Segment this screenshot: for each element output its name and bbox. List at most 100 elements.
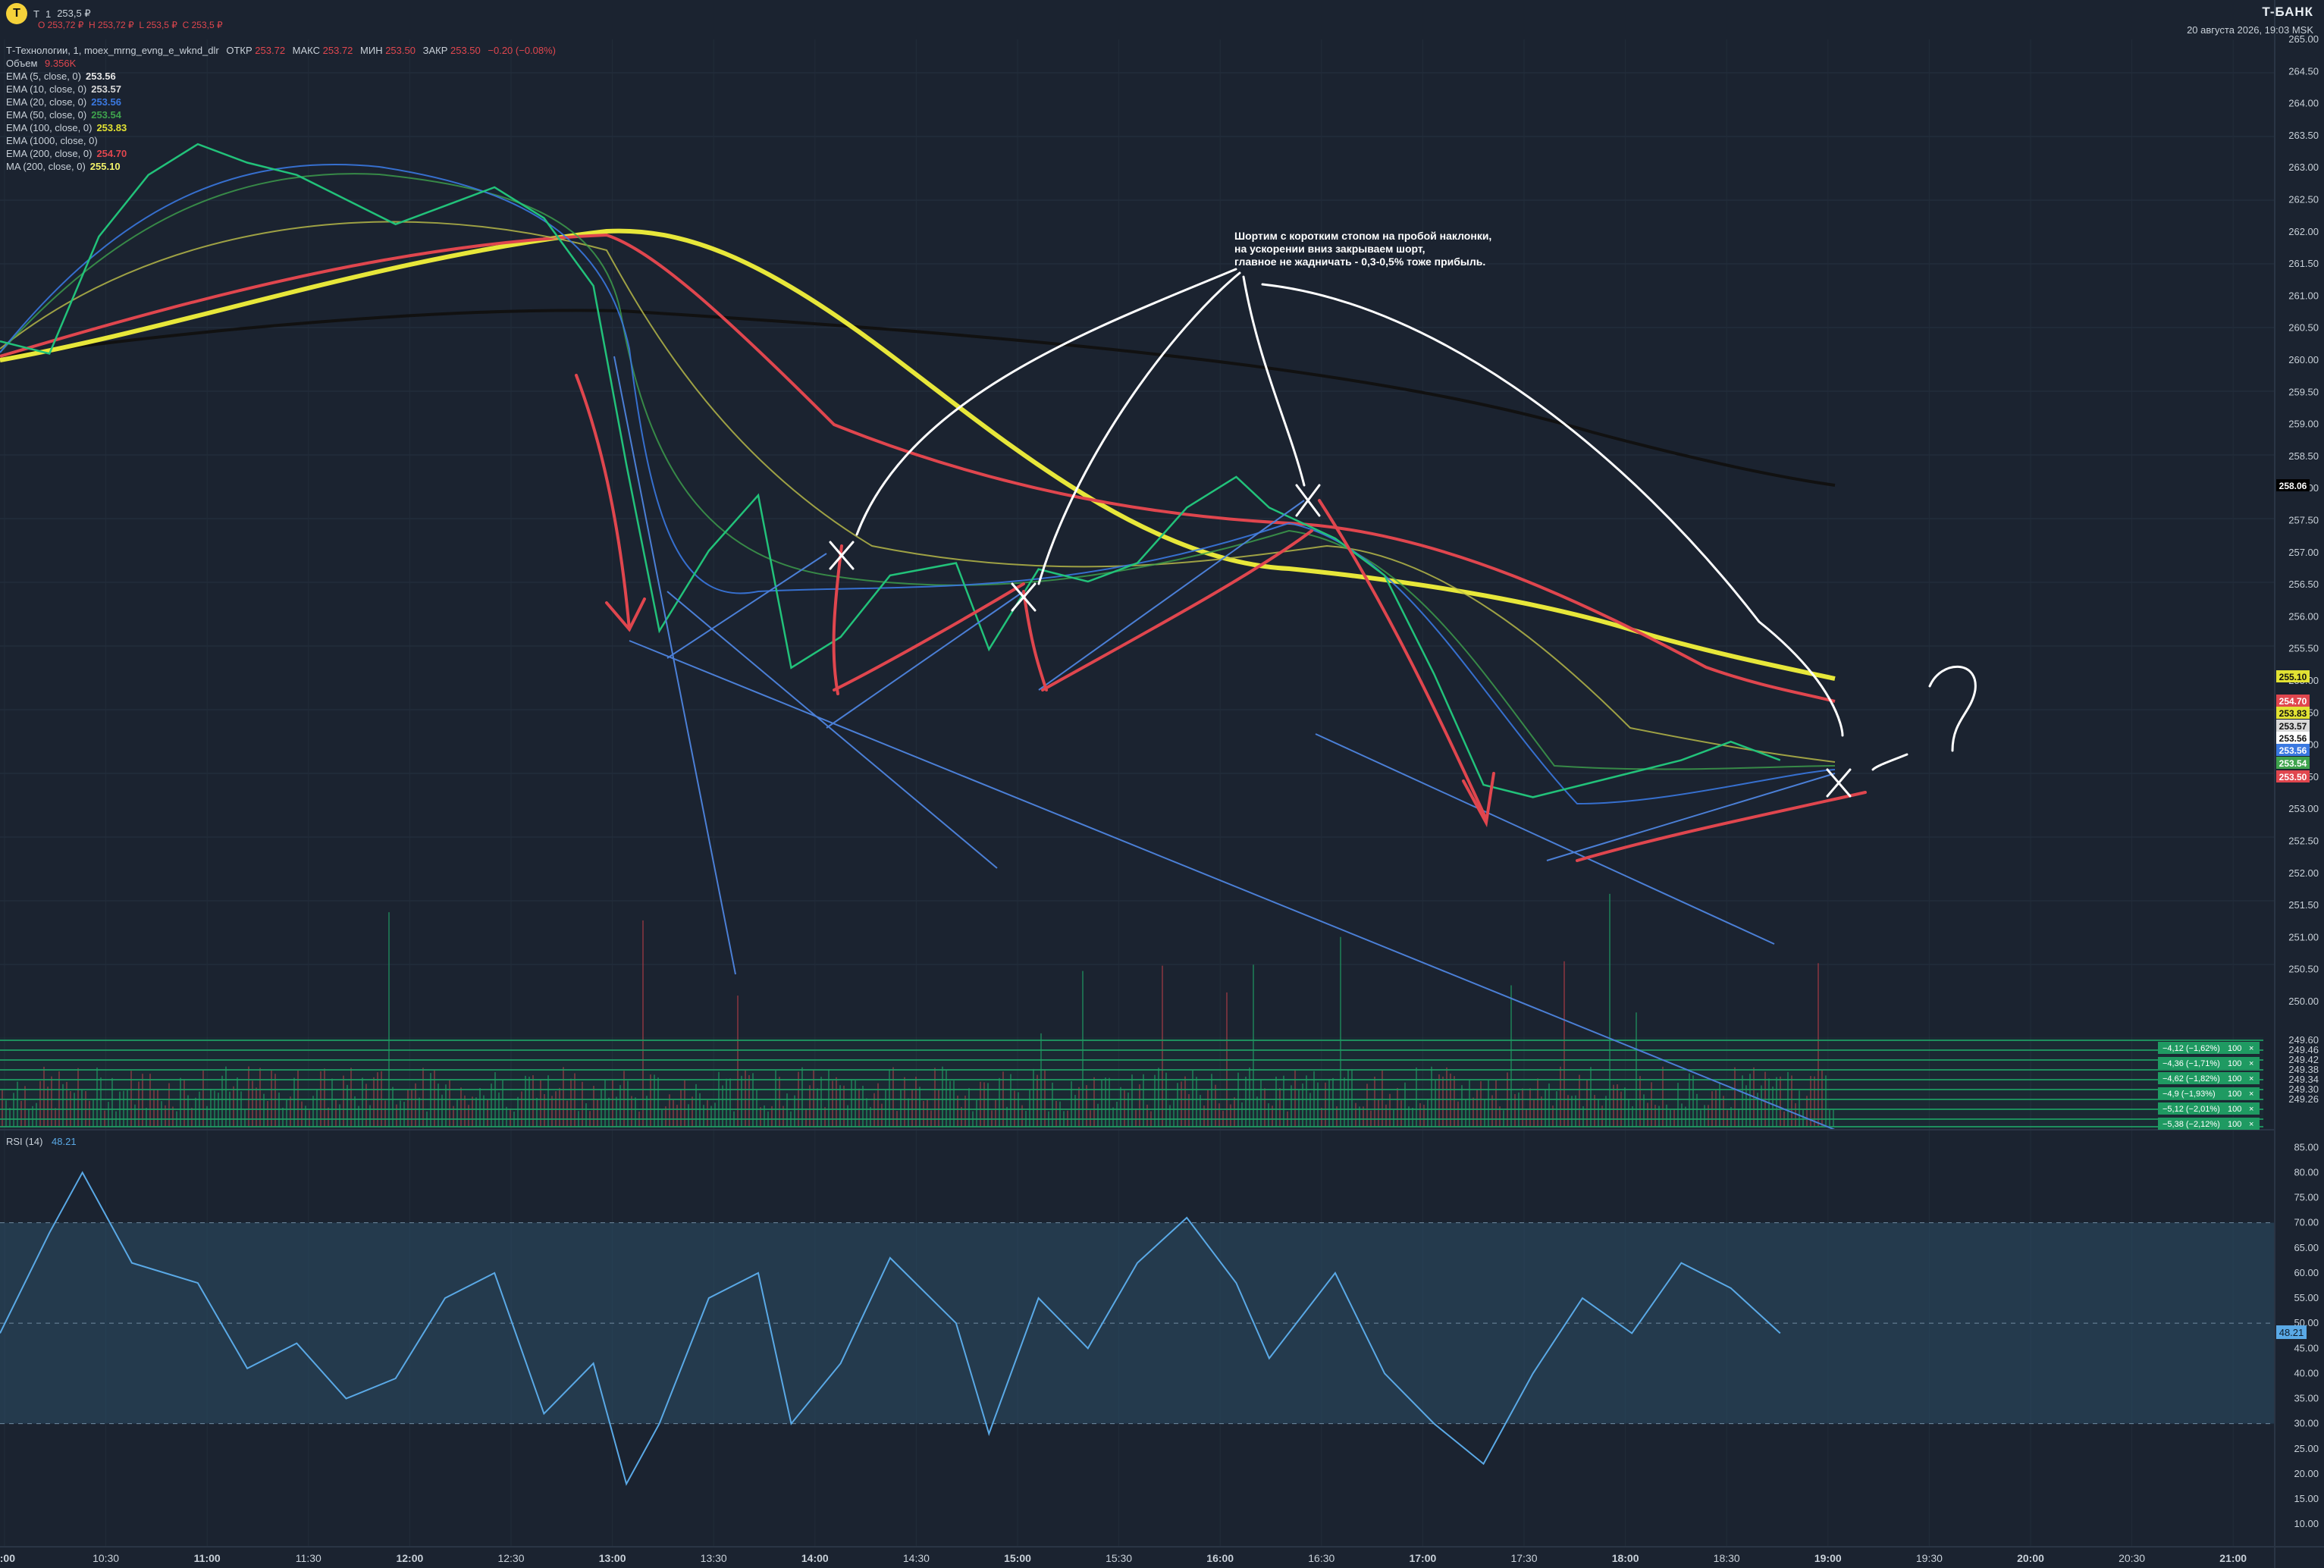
- time-tick-label: 11:30: [296, 1552, 321, 1564]
- order-label[interactable]: −4,9 (−1,93%) 100 ×: [2158, 1087, 2260, 1099]
- indicator-label: EMA (20, close, 0): [6, 96, 87, 108]
- price-badge: 258.06: [2276, 479, 2310, 491]
- legend-indicator-row[interactable]: EMA (1000, close, 0): [6, 134, 556, 147]
- price-badge: 253.83: [2276, 707, 2310, 719]
- rsi-badge-text: 48.21: [2279, 1327, 2304, 1338]
- time-tick-label: 20:30: [2119, 1552, 2145, 1564]
- rsi-tick-label: 60.00: [2294, 1267, 2319, 1278]
- price-tick-label: 255.50: [2288, 643, 2319, 654]
- indicator-value: 253.56: [91, 96, 121, 108]
- time-tick-label: 13:30: [701, 1552, 727, 1564]
- legend-high-label: МАКС: [292, 45, 320, 56]
- ohlc-high: Н 253,72 ₽: [89, 20, 134, 30]
- indicator-value: 255.10: [89, 161, 121, 172]
- order-qty: 100: [2228, 1105, 2241, 1114]
- annotation-line: Шортим с коротким стопом на пробой накло…: [1234, 230, 1492, 242]
- price-tick-label: 263.00: [2288, 162, 2319, 173]
- order-close-icon[interactable]: ×: [2249, 1120, 2253, 1129]
- price-tick-label: 253.00: [2288, 803, 2319, 814]
- indicator-legend: Т-Технологии, 1, moex_mrng_evng_e_wknd_d…: [6, 44, 556, 173]
- annotation-line: главное не жадничать - 0,3-0,5% тоже при…: [1234, 256, 1486, 268]
- price-badge: 253.57: [2276, 720, 2310, 732]
- price-tick-label: 256.00: [2288, 610, 2319, 622]
- indicator-label: EMA (5, close, 0): [6, 71, 81, 82]
- legend-volume-label: Объем: [6, 58, 38, 69]
- order-qty: 100: [2228, 1090, 2241, 1099]
- ohlc-open: О 253,72 ₽: [38, 20, 84, 30]
- order-close-icon[interactable]: ×: [2249, 1044, 2253, 1053]
- ticker[interactable]: T: [33, 8, 39, 20]
- legend-indicator-row[interactable]: EMA (10, close, 0) 253.57: [6, 83, 556, 96]
- price-tick-label: 257.50: [2288, 515, 2319, 526]
- order-close-icon[interactable]: ×: [2249, 1059, 2253, 1068]
- time-tick-label: 12:00: [396, 1552, 423, 1564]
- price-tick-label: 263.50: [2288, 130, 2319, 141]
- order-band: [0, 1037, 2263, 1128]
- badge-text: 253.83: [2279, 708, 2307, 719]
- rsi-tick-label: 35.00: [2294, 1393, 2319, 1404]
- indicator-label: EMA (10, close, 0): [6, 83, 87, 95]
- legend-low-value: 253.50: [385, 45, 416, 56]
- order-label[interactable]: −5,12 (−2,01%) 100 ×: [2158, 1102, 2260, 1115]
- ohlc-low: L 253,5 ₽: [139, 20, 177, 30]
- legend-open-label: ОТКР: [226, 45, 252, 56]
- price-badge: 254.70: [2276, 695, 2310, 707]
- legend-volume-row[interactable]: Объем 9.356K: [6, 57, 556, 70]
- rsi-tick-label: 55.00: [2294, 1292, 2319, 1303]
- legend-indicator-row[interactable]: EMA (20, close, 0) 253.56: [6, 96, 556, 108]
- price-tick-label: 261.00: [2288, 290, 2319, 301]
- legend-indicator-row[interactable]: EMA (100, close, 0) 253.83: [6, 121, 556, 134]
- badge-text: 255.10: [2279, 672, 2307, 682]
- legend-close-value: 253.50: [450, 45, 481, 56]
- strategy-annotation: Шортим с коротким стопом на пробой накло…: [1234, 230, 1491, 268]
- indicator-value: 253.83: [96, 122, 127, 133]
- rsi-legend[interactable]: RSI (14) 48.21: [6, 1136, 77, 1147]
- time-tick-label: 16:30: [1308, 1552, 1334, 1564]
- time-tick-label: 18:30: [1714, 1552, 1740, 1564]
- badge-text: 253.50: [2279, 772, 2307, 782]
- price-tick-label: 252.50: [2288, 836, 2319, 847]
- rsi-tick-label: 85.00: [2294, 1141, 2319, 1152]
- order-pnl: −4,9 (−1,93%): [2162, 1090, 2216, 1099]
- brand-logo-icon: Т: [6, 3, 27, 24]
- price-tick-label: 262.00: [2288, 226, 2319, 237]
- price-badge: 255.10: [2276, 670, 2310, 682]
- price-tick-label: 262.50: [2288, 194, 2319, 205]
- order-label[interactable]: −4,12 (−1,62%) 100 ×: [2158, 1042, 2260, 1054]
- price-badge: 253.54: [2276, 757, 2310, 769]
- rsi-tick-label: 10.00: [2294, 1518, 2319, 1529]
- time-tick-label: 0:00: [0, 1552, 15, 1564]
- order-close-icon[interactable]: ×: [2249, 1090, 2253, 1099]
- order-label[interactable]: −4,62 (−1,82%) 100 ×: [2158, 1072, 2260, 1084]
- order-pnl: −4,62 (−1,82%): [2162, 1074, 2220, 1083]
- indicator-value: 253.56: [85, 71, 116, 82]
- legend-indicator-row[interactable]: EMA (5, close, 0) 253.56: [6, 70, 556, 83]
- legend-indicator-row[interactable]: MA (200, close, 0) 255.10: [6, 160, 556, 173]
- time-tick-label: 21:00: [2219, 1552, 2247, 1564]
- legend-close-label: ЗАКР: [422, 45, 448, 56]
- indicator-value: 254.70: [96, 148, 127, 159]
- order-pnl: −5,12 (−2,01%): [2162, 1105, 2220, 1114]
- price-tick-label: 260.00: [2288, 354, 2319, 365]
- legend-symbol[interactable]: Т-Технологии, 1, moex_mrng_evng_e_wknd_d…: [6, 45, 219, 56]
- time-tick-label: 15:30: [1106, 1552, 1132, 1564]
- legend-symbol-row: Т-Технологии, 1, moex_mrng_evng_e_wknd_d…: [6, 44, 556, 57]
- order-close-icon[interactable]: ×: [2249, 1074, 2253, 1083]
- chart-window: { "header": { "logo_letter": "Т", "ticke…: [0, 0, 2324, 1568]
- time-tick-label: 20:00: [2017, 1552, 2044, 1564]
- last-price: 253,5 ₽: [57, 8, 91, 19]
- legend-open-value: 253.72: [255, 45, 286, 56]
- indicator-label: EMA (1000, close, 0): [6, 135, 98, 146]
- time-tick-label: 14:30: [903, 1552, 930, 1564]
- order-label[interactable]: −4,36 (−1,71%) 100 ×: [2158, 1057, 2260, 1069]
- legend-indicator-row[interactable]: EMA (200, close, 0) 254.70: [6, 147, 556, 160]
- order-close-icon[interactable]: ×: [2249, 1105, 2253, 1114]
- legend-indicator-row[interactable]: EMA (50, close, 0) 253.54: [6, 108, 556, 121]
- interval[interactable]: 1: [45, 8, 51, 20]
- indicator-label: EMA (50, close, 0): [6, 109, 87, 121]
- order-label[interactable]: −5,38 (−2,12%) 100 ×: [2158, 1118, 2260, 1130]
- price-tick-label: 250.00: [2288, 996, 2319, 1007]
- rsi-tick-label: 45.00: [2294, 1342, 2319, 1353]
- rsi-value-badge: 48.21: [2276, 1325, 2307, 1339]
- price-tick-label: 258.50: [2288, 450, 2319, 462]
